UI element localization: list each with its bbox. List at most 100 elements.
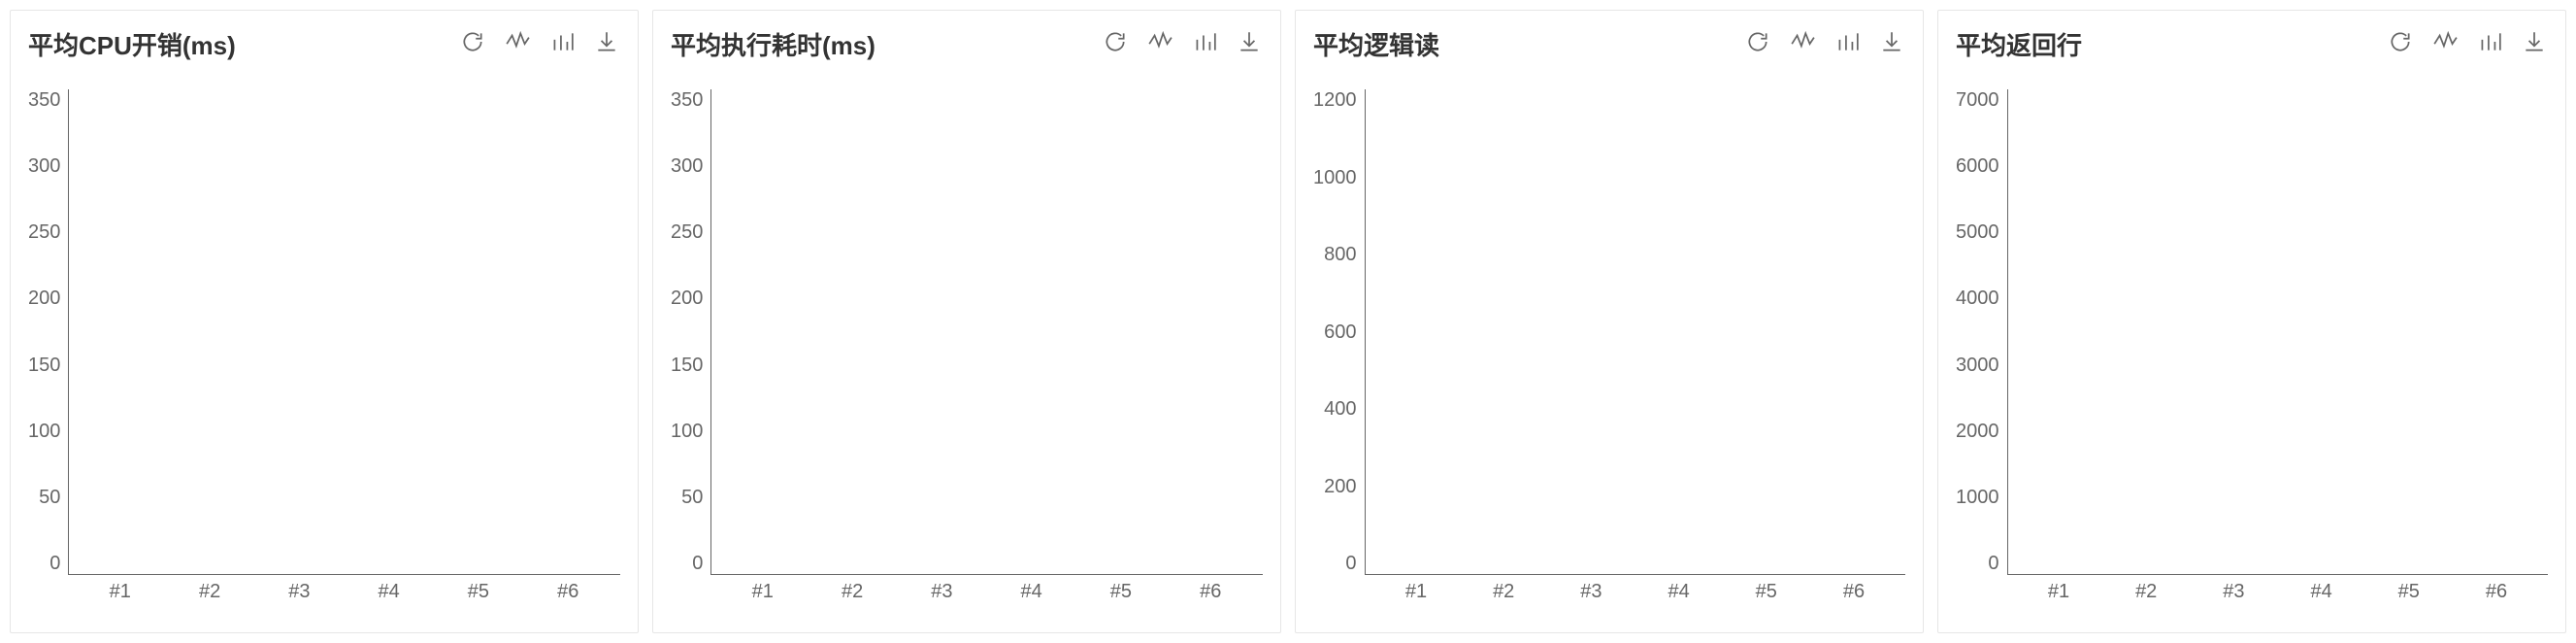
chart-panel-elapsed: 平均执行耗时(ms)350300250200150100500#1#2#3#4#…	[652, 10, 1281, 633]
y-axis: 70006000500040003000200010000	[1956, 89, 2007, 575]
y-tick-label: 250	[28, 221, 60, 244]
refresh-button[interactable]	[1102, 31, 1129, 58]
refresh-button[interactable]	[459, 31, 486, 58]
y-tick-label: 1200	[1313, 89, 1357, 112]
bar-chart-icon	[2477, 29, 2502, 59]
x-tick-label: #6	[534, 575, 603, 603]
x-axis-spacer	[28, 575, 68, 603]
panel-tools	[1744, 31, 1905, 58]
chart: 350300250200150100500#1#2#3#4#5#6	[671, 89, 1263, 603]
x-tick-label: #3	[1558, 575, 1625, 603]
bar-chart-button[interactable]	[2476, 31, 2503, 58]
y-tick-label: 4000	[1956, 288, 1999, 310]
y-tick-label: 200	[1324, 476, 1356, 498]
x-tick-label: #1	[2025, 575, 2092, 603]
download-button[interactable]	[2521, 31, 2548, 58]
download-button[interactable]	[1236, 31, 1263, 58]
panel-head: 平均执行耗时(ms)	[671, 26, 1263, 62]
plot-area	[1365, 89, 1906, 575]
x-tick-label: #2	[1470, 575, 1537, 603]
x-tick-label: #1	[1382, 575, 1449, 603]
panel-head: 平均返回行	[1956, 26, 2548, 62]
x-tick-label: #6	[2462, 575, 2529, 603]
y-tick-label: 2000	[1956, 421, 1999, 443]
y-tick-label: 350	[671, 89, 703, 112]
y-tick-label: 1000	[1313, 167, 1357, 189]
x-tick-label: #6	[1820, 575, 1887, 603]
line-chart-icon	[1790, 29, 1815, 59]
bar-chart-button[interactable]	[1191, 31, 1218, 58]
refresh-icon	[2388, 29, 2413, 59]
y-tick-label: 250	[671, 221, 703, 244]
chart: 1200 1000 800 600 400 200 0 #1 #2 #3 #4 #5 #6	[1313, 89, 1905, 603]
download-icon	[1237, 29, 1262, 59]
x-tick-label: #2	[176, 575, 245, 603]
panel-head: 平均CPU开销(ms)	[28, 26, 620, 62]
x-axis-spacer	[1313, 575, 1365, 603]
x-axis-spacer	[1956, 575, 2007, 603]
x-tick-label: #3	[2200, 575, 2267, 603]
y-tick-label: 150	[28, 355, 60, 377]
bar-chart-button[interactable]	[1833, 31, 1861, 58]
x-tick-label: #4	[997, 575, 1066, 603]
x-tick-label: #5	[2375, 575, 2442, 603]
plot-area	[2007, 89, 2549, 575]
y-tick-label: 800	[1324, 244, 1356, 266]
y-tick-label: 6000	[1956, 155, 1999, 178]
x-tick-label: #4	[354, 575, 423, 603]
bar-chart-button[interactable]	[548, 31, 576, 58]
y-axis: 350300250200150100500	[28, 89, 68, 575]
y-axis: 1200 1000 800 600 400 200 0	[1313, 89, 1365, 575]
line-chart-button[interactable]	[1146, 31, 1173, 58]
download-button[interactable]	[1878, 31, 1905, 58]
x-tick-label: #3	[265, 575, 334, 603]
x-axis: #1 #2 #3 #4 #5 #6	[2007, 575, 2548, 603]
x-axis-spacer	[671, 575, 710, 603]
y-tick-label: 400	[1324, 398, 1356, 421]
line-chart-button[interactable]	[504, 31, 531, 58]
y-tick-label: 300	[28, 155, 60, 178]
x-tick-label: #4	[1645, 575, 1712, 603]
download-icon	[2522, 29, 2547, 59]
x-tick-label: #2	[818, 575, 887, 603]
y-axis: 350300250200150100500	[671, 89, 710, 575]
y-tick-label: 50	[681, 487, 703, 509]
line-chart-icon	[505, 29, 530, 59]
x-tick-label: #5	[1733, 575, 1800, 603]
refresh-icon	[1103, 29, 1128, 59]
plot-area	[68, 89, 620, 575]
line-chart-button[interactable]	[2431, 31, 2459, 58]
panel-title: 平均返回行	[1956, 26, 2082, 62]
download-icon	[594, 29, 619, 59]
y-tick-label: 50	[39, 487, 60, 509]
download-button[interactable]	[593, 31, 620, 58]
x-tick-label: #3	[908, 575, 976, 603]
y-tick-label: 600	[1324, 322, 1356, 344]
x-tick-label: #5	[444, 575, 512, 603]
y-tick-label: 5000	[1956, 221, 1999, 244]
panel-tools	[1102, 31, 1263, 58]
chart: 350300250200150100500#1#2#3#4#5#6	[28, 89, 620, 603]
refresh-button[interactable]	[1744, 31, 1771, 58]
y-tick-label: 100	[671, 421, 703, 443]
panel-title: 平均执行耗时(ms)	[671, 26, 875, 62]
y-tick-label: 7000	[1956, 89, 1999, 112]
y-tick-label: 0	[1988, 553, 1998, 575]
y-tick-label: 100	[28, 421, 60, 443]
x-axis: #1#2#3#4#5#6	[710, 575, 1263, 603]
x-tick-label: #2	[2113, 575, 2180, 603]
bar-chart-icon	[1192, 29, 1217, 59]
line-chart-button[interactable]	[1789, 31, 1816, 58]
x-axis: #1#2#3#4#5#6	[68, 575, 620, 603]
plot-area	[710, 89, 1263, 575]
x-tick-label: #4	[2288, 575, 2355, 603]
chart-panel-rows: 平均返回行70006000500040003000200010000#1#2#3…	[1937, 10, 2566, 633]
panels-row: 平均CPU开销(ms) 350 300 250 200 150 100 50 0 #1 #2 #3 #4…	[10, 10, 2566, 633]
y-tick-label: 0	[1345, 553, 1356, 575]
chart-panel-logical: 平均逻辑读 1200 1000 800 600 400 200 0 #1 #2 #3 #4 #5 #6	[1295, 10, 1924, 633]
y-tick-label: 3000	[1956, 355, 1999, 377]
panel-head: 平均逻辑读	[1313, 26, 1905, 62]
panel-tools	[459, 31, 620, 58]
bar-chart-icon	[549, 29, 575, 59]
refresh-button[interactable]	[2387, 31, 2414, 58]
